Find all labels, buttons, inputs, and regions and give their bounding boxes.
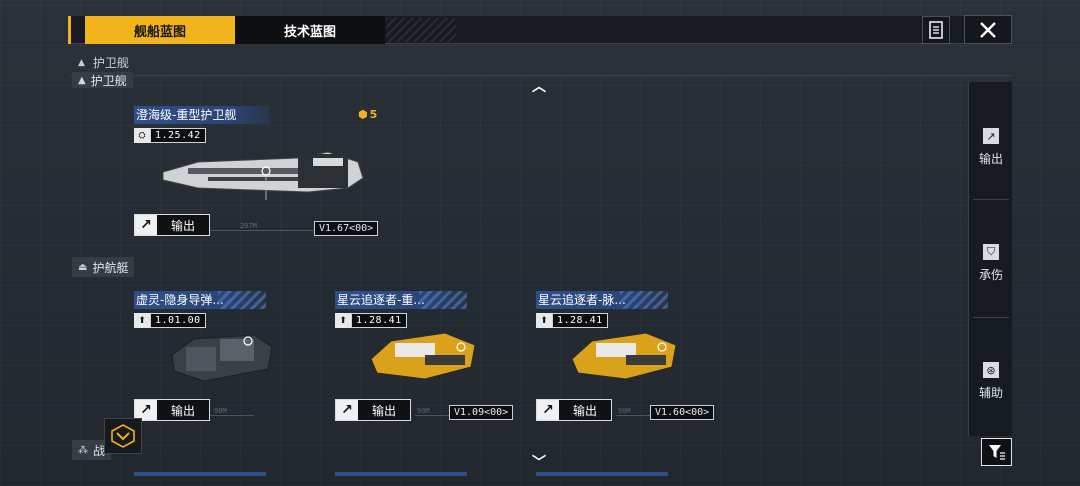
rank-icon: ⬆ xyxy=(536,313,552,328)
collapse-triangle-icon: ▲ xyxy=(78,57,85,68)
close-icon xyxy=(980,21,996,38)
ship-count-value: 5 xyxy=(369,108,378,121)
rank-icon: ⛭ xyxy=(134,128,150,143)
export-button[interactable]: ↗ 输出 xyxy=(536,399,612,421)
destroyer-group-icon: ⁂ xyxy=(78,444,88,456)
crate-icon: ⬢ xyxy=(358,108,368,121)
sidebar-item-tank[interactable]: ⛉ 承伤 xyxy=(969,244,1013,283)
sidebar-item-output[interactable]: ↗ 输出 xyxy=(969,128,1013,167)
ship-card[interactable]: 星云追逐者-重... ⬆ 1.28.41 90M ↗ 输出 V1.09<00> xyxy=(335,291,515,431)
sidebar-item-label: 输出 xyxy=(978,152,1003,166)
ship-card[interactable]: 澄海级-重型护卫舰 ⬢ 5 ⛭ 1.25.42 207M ↗ 输出 V1.67<… xyxy=(134,106,384,246)
export-label: 输出 xyxy=(371,403,396,418)
sidebar-item-label: 辅助 xyxy=(978,386,1003,400)
section-header[interactable]: ▲ 护卫舰 xyxy=(70,50,1012,76)
ship-name: 虚灵-隐身导弹... xyxy=(134,291,266,309)
group-label-frigate: ▲ 护卫舰 xyxy=(72,72,133,88)
ship-name: 星云追逐者-重... xyxy=(335,291,467,309)
close-button[interactable] xyxy=(964,15,1012,44)
scale-label: 207M xyxy=(240,222,257,230)
version-tag: V1.67<00> xyxy=(314,221,379,236)
nebula-chaser-ship-image xyxy=(370,332,476,380)
support-icon: ⊛ xyxy=(983,362,999,378)
document-icon xyxy=(929,21,943,39)
accent-strip xyxy=(68,16,71,44)
ship-card[interactable]: 虚灵-隐身导弹... ⬆ 1.01.00 90M ↗ 输出 xyxy=(134,291,314,431)
document-button[interactable] xyxy=(922,16,950,44)
ship-name-text: 星云追逐者-脉... xyxy=(538,293,626,307)
group-label-text: 护航艇 xyxy=(92,260,129,275)
version-tag: V1.60<00> xyxy=(650,405,715,420)
shield-icon: ⛉ xyxy=(983,244,999,260)
role-filter-panel: ↗ 输出 ⛉ 承伤 ⊛ 辅助 xyxy=(968,82,1012,436)
scroll-up-chevron-icon[interactable]: ︿ xyxy=(532,76,546,96)
rank-badge-button[interactable] xyxy=(104,418,142,454)
ship-name-text: 星云追逐者-重... xyxy=(337,293,425,307)
decorative-hatch xyxy=(386,18,456,42)
version-tag: V1.09<00> xyxy=(449,405,514,420)
ship-count: ⬢ 5 xyxy=(358,108,377,121)
frigate-group-icon: ▲ xyxy=(78,74,86,86)
ship-name-text: 虚灵-隐身导弹... xyxy=(136,293,224,307)
export-arrow-icon: ↗ xyxy=(135,400,157,420)
frigate-ship-image xyxy=(162,151,364,200)
export-label: 输出 xyxy=(170,218,195,233)
rank-value: 1.25.42 xyxy=(150,128,206,143)
export-button[interactable]: ↗ 输出 xyxy=(335,399,411,421)
rank-icon: ⬆ xyxy=(335,313,351,328)
sidebar-item-support[interactable]: ⊛ 辅助 xyxy=(969,362,1013,401)
sidebar-item-label: 承伤 xyxy=(978,268,1003,282)
export-icon: ↗ xyxy=(983,128,999,144)
ship-card[interactable]: 星云追逐者-脉... ⬆ 1.28.41 90M ↗ 输出 V1.60<00> xyxy=(536,291,716,431)
section-title: 护卫舰 xyxy=(92,56,129,70)
group-label-corvette: ⏏ 护航艇 xyxy=(72,257,135,277)
rank-icon: ⬆ xyxy=(134,313,150,328)
ship-name: 星云追逐者-脉... xyxy=(536,291,668,309)
chevron-emblem-icon xyxy=(111,424,135,448)
export-button[interactable]: ↗ 输出 xyxy=(134,214,210,236)
rank-badge: ⛭ 1.25.42 xyxy=(134,128,206,143)
export-label: 输出 xyxy=(572,403,597,418)
top-tab-bar: 舰船蓝图 技术蓝图 xyxy=(68,16,1012,44)
tab-tech-blueprint[interactable]: 技术蓝图 xyxy=(235,16,385,44)
scale-label: 90M xyxy=(214,407,227,415)
scroll-down-chevron-icon[interactable]: ﹀ xyxy=(532,452,546,472)
filter-icon xyxy=(988,445,1005,460)
tab-ship-blueprint[interactable]: 舰船蓝图 xyxy=(85,16,235,44)
filter-button[interactable] xyxy=(981,438,1012,466)
ship-name: 澄海级-重型护卫舰 xyxy=(134,106,270,124)
corvette-ship-image xyxy=(171,334,273,382)
group-label-text: 护卫舰 xyxy=(90,73,127,88)
corvette-group-icon: ⏏ xyxy=(78,261,88,273)
nebula-chaser-pulse-ship-image xyxy=(571,332,677,380)
export-button[interactable]: ↗ 输出 xyxy=(134,399,210,421)
scale-label: 90M xyxy=(618,407,631,415)
export-label: 输出 xyxy=(170,403,195,418)
ship-name-text: 澄海级-重型护卫舰 xyxy=(136,108,237,122)
scale-label: 90M xyxy=(417,407,430,415)
export-arrow-icon: ↗ xyxy=(537,400,559,420)
export-arrow-icon: ↗ xyxy=(135,215,157,235)
export-arrow-icon: ↗ xyxy=(336,400,358,420)
